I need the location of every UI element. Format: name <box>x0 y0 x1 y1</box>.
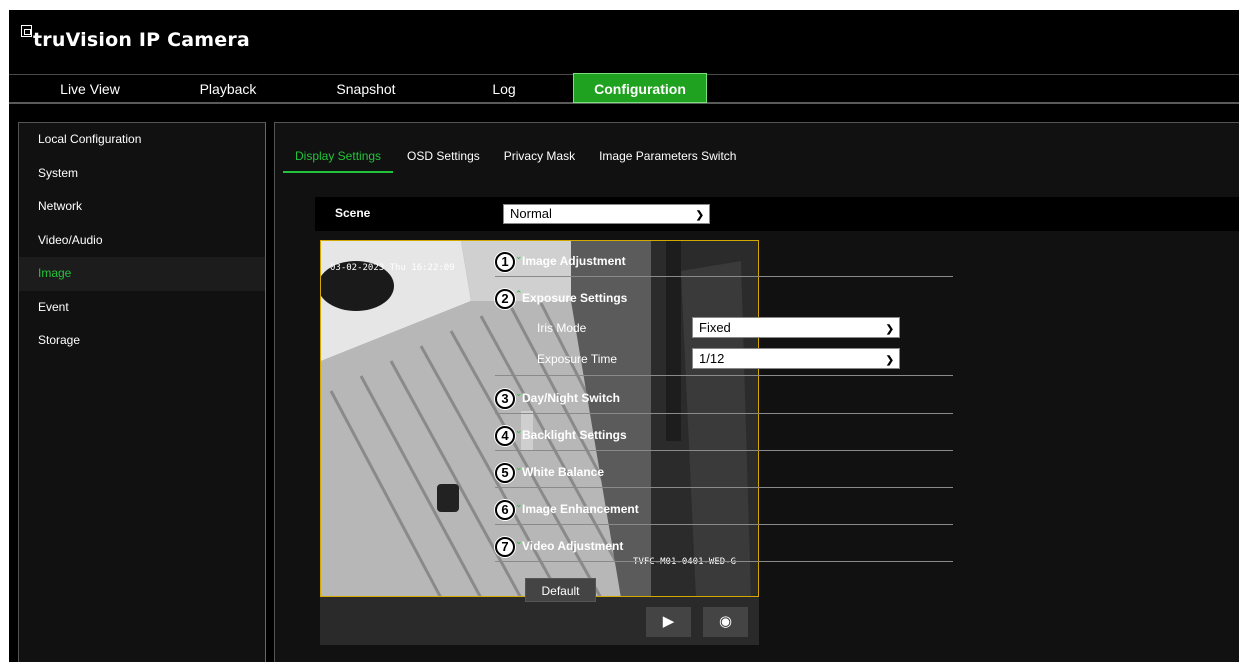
section-title[interactable]: Image Adjustment <box>522 254 626 268</box>
tab-live-view[interactable]: Live View <box>21 75 159 103</box>
sidebar-item-video-audio[interactable]: Video/Audio <box>19 224 265 258</box>
scene-select-value: Normal <box>510 206 552 221</box>
record-button[interactable]: ▶ <box>646 607 691 637</box>
section-image-adjustment[interactable]: 1 ⌄ Image Adjustment <box>495 242 953 277</box>
sidebar-item-system[interactable]: System <box>19 157 265 191</box>
exposure-time-select[interactable]: 1/12 ❯ <box>692 348 900 369</box>
section-title[interactable]: Image Enhancement <box>522 502 639 516</box>
callout-number: 1 <box>495 252 515 272</box>
callout-number: 7 <box>495 537 515 557</box>
default-button[interactable]: Default <box>525 578 596 602</box>
sidebar-item-network[interactable]: Network <box>19 190 265 224</box>
brand-logo: truVision IP Camera <box>21 24 250 51</box>
section-title[interactable]: White Balance <box>522 465 604 479</box>
dropdown-arrow-icon: ❯ <box>885 324 894 335</box>
subtab-privacy-mask[interactable]: Privacy Mask <box>504 139 575 173</box>
callout-number: 6 <box>495 500 515 520</box>
callout-number: 5 <box>495 463 515 483</box>
subtab-display-settings[interactable]: Display Settings <box>283 139 394 173</box>
sidebar-item-event[interactable]: Event <box>19 291 265 325</box>
section-exposure-settings: 2 ⌃ Exposure Settings Iris Mode Fixed ❯ … <box>495 279 953 376</box>
section-white-balance[interactable]: 5 ⌄ White Balance <box>495 453 953 488</box>
exposure-time-value: 1/12 <box>699 351 725 366</box>
section-image-enhancement[interactable]: 6 ⌄ Image Enhancement <box>495 490 953 525</box>
top-navigation: Live View Playback Snapshot Log Configur… <box>9 73 1239 104</box>
brand-title: truVision IP Camera <box>33 29 250 51</box>
sidebar-item-storage[interactable]: Storage <box>19 324 265 358</box>
header: truVision IP Camera <box>9 10 1239 72</box>
section-title[interactable]: Day/Night Switch <box>522 391 620 405</box>
video-record-icon: ▶ <box>662 613 675 630</box>
exposure-time-label: Exposure Time <box>537 352 618 366</box>
truvision-logo-icon <box>21 25 32 37</box>
dropdown-arrow-icon: ❯ <box>695 210 704 221</box>
section-title[interactable]: Exposure Settings <box>522 291 627 305</box>
iris-mode-value: Fixed <box>699 320 731 335</box>
scene-label: Scene <box>335 206 371 220</box>
osd-timestamp: 03-02-2023 Thu 16:22:09 <box>330 263 455 273</box>
section-day-night-switch[interactable]: 3 ⌄ Day/Night Switch <box>495 379 953 414</box>
scene-row: Scene Normal ❯ <box>315 197 1239 231</box>
tab-configuration[interactable]: Configuration <box>573 73 707 103</box>
camera-snapshot-icon: ◉ <box>718 613 733 630</box>
preview-toolbar: ▶ ◉ <box>320 597 759 645</box>
callout-number: 3 <box>495 389 515 409</box>
app-window: truVision IP Camera Live View Playback S… <box>9 10 1239 662</box>
config-sidebar: Local Configuration System Network Video… <box>18 122 266 662</box>
tab-snapshot[interactable]: Snapshot <box>297 75 435 103</box>
callout-number: 4 <box>495 426 515 446</box>
sidebar-item-image[interactable]: Image <box>19 257 265 291</box>
dropdown-arrow-icon: ❯ <box>885 355 894 366</box>
sidebar-item-local-configuration[interactable]: Local Configuration <box>19 123 265 157</box>
subtab-osd-settings[interactable]: OSD Settings <box>407 139 480 173</box>
tab-log[interactable]: Log <box>435 75 573 103</box>
snapshot-button[interactable]: ◉ <box>703 607 748 637</box>
image-subtabs: Display Settings OSD Settings Privacy Ma… <box>283 139 760 173</box>
scene-select[interactable]: Normal ❯ <box>503 204 710 224</box>
section-backlight-settings[interactable]: 4 ⌄ Backlight Settings <box>495 416 953 451</box>
tab-playback[interactable]: Playback <box>159 75 297 103</box>
iris-mode-select[interactable]: Fixed ❯ <box>692 317 900 338</box>
subtab-image-parameters-switch[interactable]: Image Parameters Switch <box>599 139 736 173</box>
callout-number: 2 <box>495 289 515 309</box>
section-video-adjustment[interactable]: 7 ⌄ Video Adjustment <box>495 527 953 562</box>
section-title[interactable]: Backlight Settings <box>522 428 627 442</box>
section-title[interactable]: Video Adjustment <box>522 539 623 553</box>
iris-mode-label: Iris Mode <box>537 321 587 335</box>
